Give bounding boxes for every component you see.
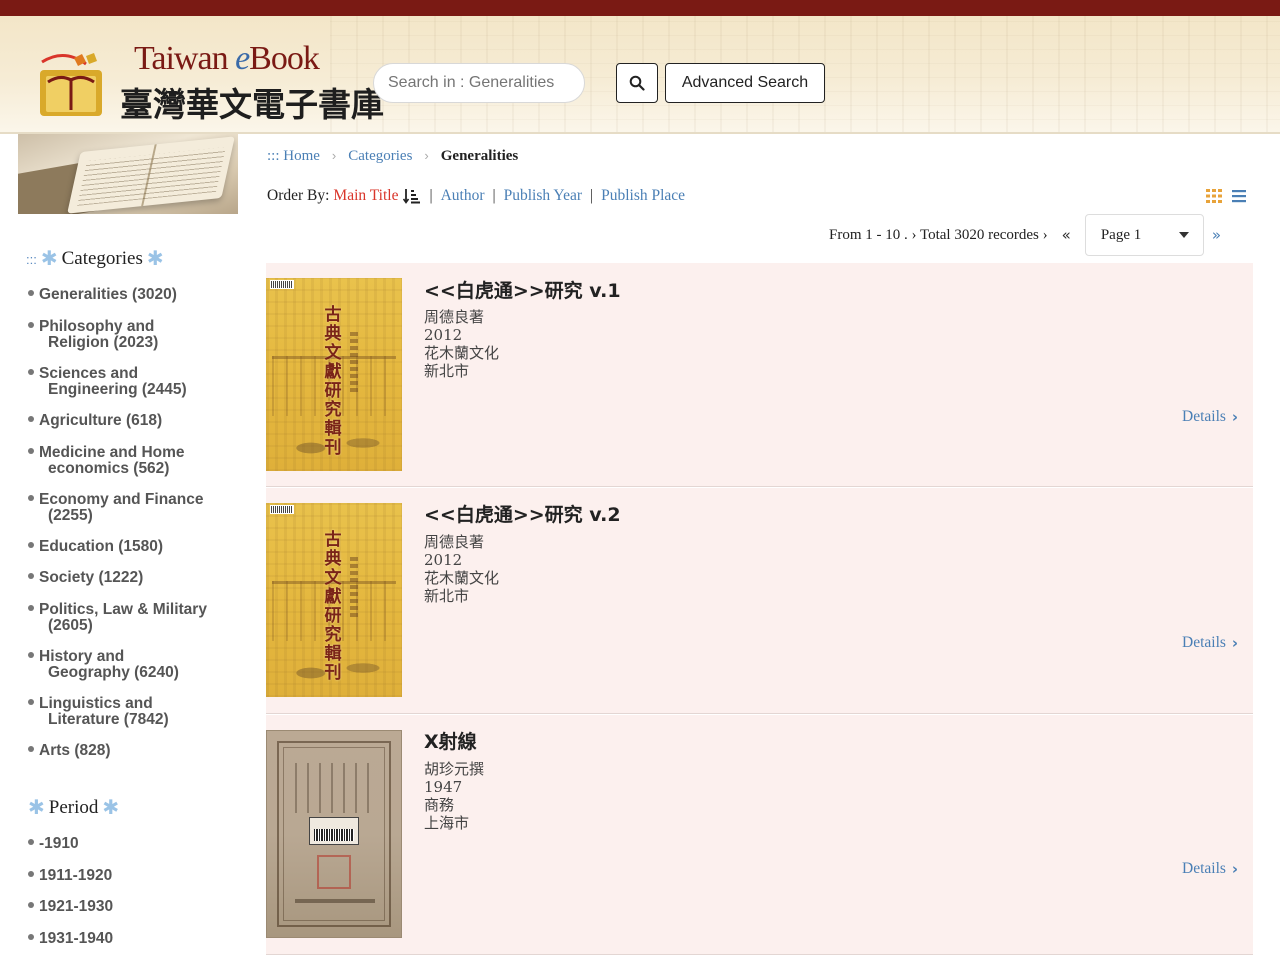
- barcode-icon: [270, 505, 294, 514]
- book-meta: 周德良著 2012 花木蘭文化 新北市: [424, 308, 499, 380]
- details-link[interactable]: Details ›: [1182, 634, 1238, 652]
- first-page-icon[interactable]: «: [1062, 226, 1071, 244]
- breadcrumb: ::: Home › Categories › Generalities: [267, 148, 518, 165]
- barcode-icon: [270, 280, 294, 289]
- sort-main-title[interactable]: Main Title: [333, 187, 398, 205]
- sort-ascending-icon[interactable]: [403, 188, 421, 204]
- sort-publish-place[interactable]: Publish Place: [601, 187, 685, 205]
- snowflake-icon: ✱: [40, 248, 58, 270]
- category-item-linguistics[interactable]: Linguistics and Literature (7842): [28, 696, 228, 728]
- book-card: 古典文獻研究輯刊 <<白虎通>>研究 v.2 周德良著 2012 花木蘭文化 新…: [266, 488, 1253, 714]
- book-title[interactable]: X射線: [424, 727, 477, 754]
- separator: |: [590, 187, 594, 204]
- breadcrumb-current: Generalities: [440, 148, 519, 164]
- advanced-search-button[interactable]: Advanced Search: [665, 63, 825, 103]
- library-stamp-icon: [317, 855, 351, 889]
- category-item-society[interactable]: Society (1222): [28, 570, 228, 586]
- book-title[interactable]: <<白虎通>>研究 v.1: [424, 276, 621, 303]
- book-cover[interactable]: 古典文獻研究輯刊: [266, 503, 402, 697]
- book-publisher: 花木蘭文化: [424, 344, 500, 362]
- period-item[interactable]: 1931-1940: [28, 931, 228, 947]
- cover-title: 古典文獻研究輯刊: [324, 305, 342, 458]
- heading-dots: :::: [26, 251, 37, 267]
- search-button[interactable]: [616, 63, 658, 103]
- category-item-philosophy[interactable]: Philosophy and Religion (2023): [28, 319, 228, 351]
- chevron-down-icon: [1178, 232, 1189, 238]
- category-item-history[interactable]: History and Geography (6240): [28, 649, 228, 681]
- breadcrumb-categories[interactable]: Categories: [348, 148, 412, 165]
- sidebar-book-image: [18, 134, 238, 214]
- breadcrumb-separator-icon: ›: [424, 148, 429, 163]
- breadcrumb-separator-icon: ›: [331, 148, 337, 163]
- book-cover[interactable]: [266, 730, 402, 938]
- book-year: 2012: [424, 326, 463, 344]
- order-by-label: Order By:: [267, 187, 330, 204]
- list-view-icon[interactable]: [1232, 189, 1246, 203]
- period-item[interactable]: -1910: [28, 836, 228, 852]
- category-item-generalities[interactable]: Generalities (3020): [28, 287, 228, 303]
- period-item[interactable]: 1921-1930: [28, 899, 228, 915]
- barcode-label-icon: [309, 817, 359, 845]
- page-select-value: Page 1: [1100, 226, 1142, 243]
- chevron-right-icon: ›: [1231, 408, 1239, 426]
- book-publisher: 商務: [424, 796, 455, 814]
- book-year: 2012: [424, 551, 463, 569]
- book-publisher: 花木蘭文化: [424, 569, 500, 587]
- order-by-bar: Order By: Main Title | Author | Publish …: [267, 187, 685, 205]
- top-bar: [0, 0, 1280, 16]
- snowflake-icon: ✱: [28, 797, 45, 819]
- book-author: 胡珍元撰: [424, 760, 485, 778]
- book-author: 周德良著: [424, 533, 485, 551]
- book-cover[interactable]: 古典文獻研究輯刊: [266, 278, 402, 471]
- snowflake-icon: ✱: [146, 248, 164, 270]
- header: Taiwan eBook 臺灣華文電子書庫 Advanced Search: [0, 16, 1280, 134]
- book-meta: 胡珍元撰 1947 商務 上海市: [424, 760, 484, 832]
- category-item-sciences[interactable]: Sciences and Engineering (2445): [28, 366, 228, 398]
- book-place: 新北市: [424, 362, 470, 380]
- logo-book-icon: [40, 53, 102, 116]
- snowflake-icon: ✱: [102, 797, 120, 819]
- book-place: 上海市: [424, 814, 470, 832]
- categories-heading: ::: ✱ Categories ✱: [26, 248, 164, 270]
- logo-subtitle: 臺灣華文電子書庫: [120, 85, 384, 124]
- book-year: 1947: [424, 778, 463, 796]
- sort-publish-year[interactable]: Publish Year: [504, 187, 582, 205]
- category-item-education[interactable]: Education (1580): [28, 539, 228, 555]
- category-item-politics[interactable]: Politics, Law & Military (2605): [28, 602, 228, 634]
- logo-title: Taiwan eBook: [134, 40, 320, 77]
- page-select[interactable]: Page 1: [1084, 214, 1204, 256]
- search-icon: [629, 75, 645, 91]
- book-author: 周德良著: [424, 308, 485, 326]
- category-item-arts[interactable]: Arts (828): [28, 743, 228, 759]
- grid-view-icon[interactable]: [1206, 189, 1222, 203]
- book-place: 新北市: [424, 587, 470, 605]
- period-heading: ✱ Period ✱: [28, 797, 119, 819]
- details-link[interactable]: Details ›: [1182, 860, 1238, 878]
- pagination: From 1 - 10 . › Total 3020 recordes › « …: [829, 214, 1221, 256]
- record-range: From 1 - 10 . › Total 3020 recordes ›: [829, 226, 1048, 243]
- search-input[interactable]: [373, 63, 585, 103]
- book-card: 古典文獻研究輯刊 <<白虎通>>研究 v.1 周德良著 2012 花木蘭文化 新…: [266, 263, 1253, 487]
- details-link[interactable]: Details ›: [1182, 408, 1238, 426]
- cover-title: 古典文獻研究輯刊: [324, 530, 342, 683]
- category-item-economy[interactable]: Economy and Finance (2255): [28, 492, 228, 524]
- separator: |: [429, 187, 433, 204]
- period-item[interactable]: 1911-1920: [28, 868, 228, 884]
- category-item-medicine[interactable]: Medicine and Home economics (562): [28, 445, 228, 477]
- period-title: Period: [48, 797, 99, 818]
- book-title[interactable]: <<白虎通>>研究 v.2: [424, 500, 621, 527]
- site-logo[interactable]: Taiwan eBook 臺灣華文電子書庫: [22, 30, 384, 124]
- categories-title: Categories: [61, 248, 143, 269]
- next-page-icon[interactable]: »: [1212, 226, 1221, 244]
- chevron-right-icon: ›: [1231, 860, 1239, 878]
- separator: |: [492, 187, 496, 204]
- book-card: X射線 胡珍元撰 1947 商務 上海市 Details ›: [266, 715, 1253, 955]
- sort-author[interactable]: Author: [441, 187, 485, 205]
- chevron-right-icon: ›: [1231, 634, 1239, 652]
- breadcrumb-home[interactable]: ::: Home: [267, 148, 320, 165]
- category-item-agriculture[interactable]: Agriculture (618): [28, 413, 228, 429]
- book-meta: 周德良著 2012 花木蘭文化 新北市: [424, 533, 499, 605]
